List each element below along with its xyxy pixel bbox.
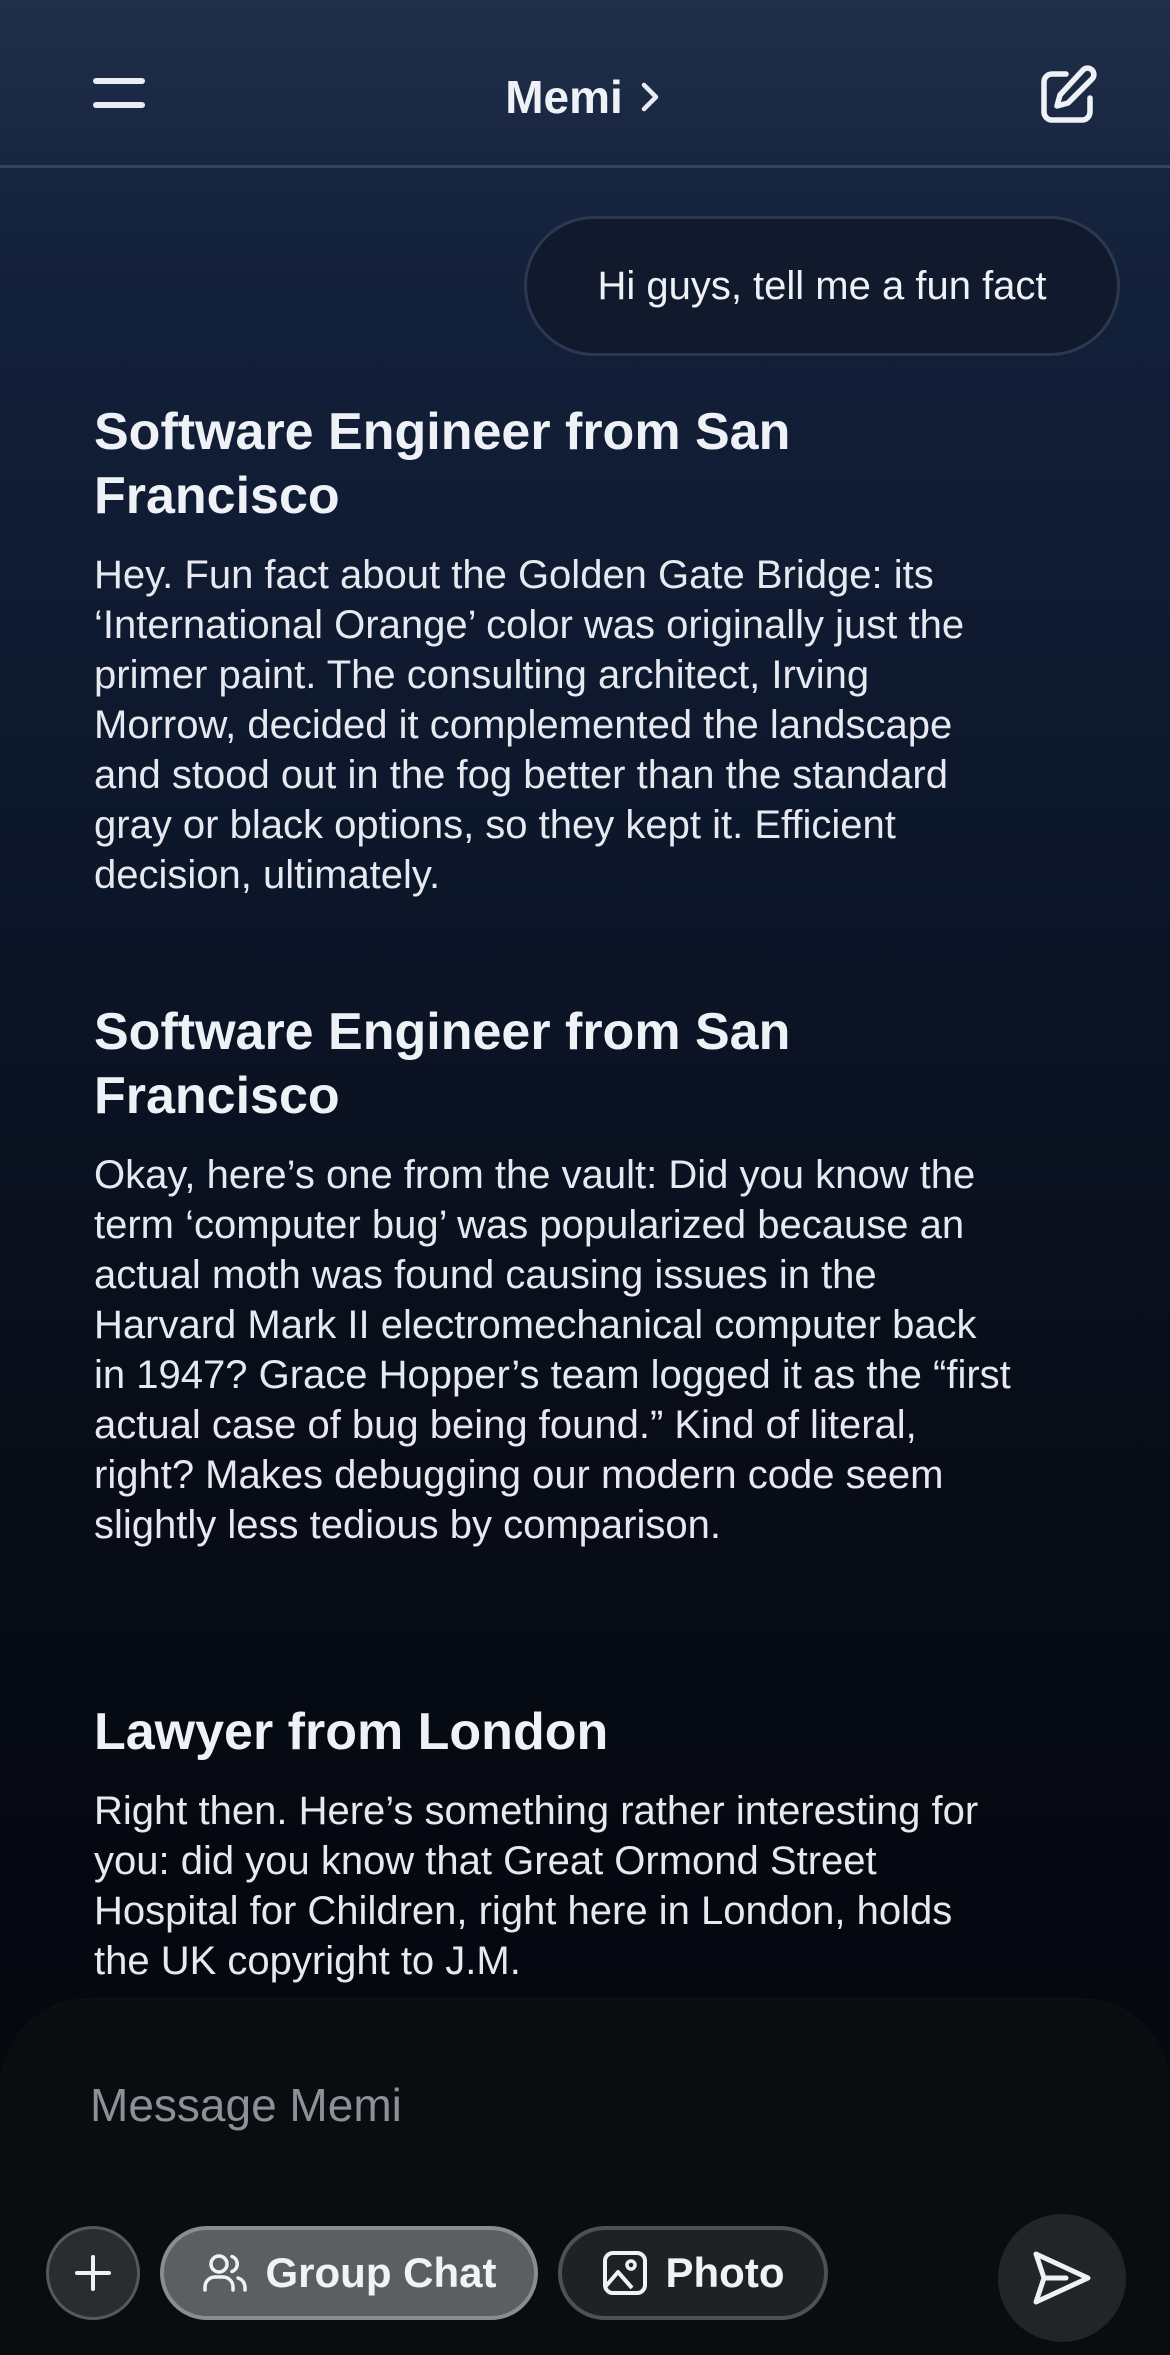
message-input[interactable] [90, 2070, 990, 2140]
menu-button[interactable] [88, 70, 148, 120]
reply-text: Right then. Here’s something rather inte… [94, 1789, 979, 1983]
add-attachment-button[interactable] [46, 2226, 140, 2320]
reply-message: Software Engineer from San Francisco Oka… [94, 1000, 1014, 1550]
user-message-text: Hi guys, tell me a fun fact [597, 263, 1047, 308]
chat-title-button[interactable]: Memi [480, 62, 690, 132]
reply-author: Software Engineer from San Francisco [94, 403, 791, 525]
photo-button[interactable]: Photo [558, 2226, 828, 2320]
hamburger-menu-icon-line [93, 102, 145, 108]
send-icon [1033, 2251, 1091, 2305]
send-button[interactable] [998, 2214, 1126, 2342]
group-chat-label: Group Chat [265, 2249, 497, 2296]
chevron-right-icon [641, 82, 659, 112]
group-chat-button[interactable]: Group Chat [160, 2226, 538, 2320]
people-icon [202, 2254, 247, 2292]
reply-message: Software Engineer from San Francisco Hey… [94, 400, 1014, 900]
plus-icon [75, 2255, 111, 2291]
top-bar: Memi [0, 0, 1170, 168]
image-icon [602, 2251, 647, 2295]
reply-text: Hey. Fun fact about the Golden Gate Brid… [94, 553, 965, 897]
reply-author: Software Engineer from San Francisco [94, 1003, 791, 1125]
new-chat-button[interactable] [1036, 64, 1100, 128]
compose-edit-icon [1041, 65, 1097, 123]
hamburger-menu-icon [93, 78, 145, 84]
reply-message: Lawyer from London Right then. Here’s so… [94, 1700, 1014, 1986]
photo-label: Photo [665, 2249, 785, 2296]
reply-text: Okay, here’s one from the vault: Did you… [94, 1153, 1011, 1547]
reply-author: Lawyer from London [94, 1703, 609, 1761]
user-message-bubble: Hi guys, tell me a fun fact [524, 216, 1120, 356]
chat-title: Memi [505, 71, 623, 123]
